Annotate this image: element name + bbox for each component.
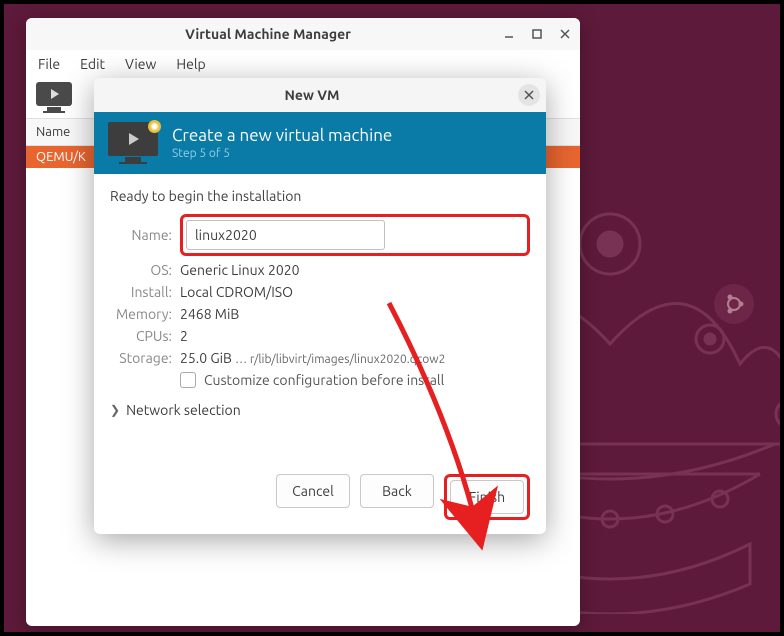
- vm-header-icon: [108, 122, 158, 164]
- name-label: Name:: [110, 227, 172, 243]
- vm-name-input[interactable]: [186, 220, 385, 250]
- dialog-titlebar: New VM: [94, 78, 546, 112]
- menu-edit[interactable]: Edit: [80, 56, 105, 72]
- cancel-button[interactable]: Cancel: [276, 474, 350, 508]
- main-window-title: Virtual Machine Manager: [34, 26, 502, 42]
- ready-text: Ready to begin the installation: [110, 188, 530, 204]
- storage-size: 25.0 GiB: [180, 350, 232, 366]
- dialog-title: New VM: [106, 87, 518, 103]
- os-value: Generic Linux 2020: [180, 262, 300, 278]
- network-label: Network selection: [126, 402, 241, 418]
- dialog-header-title: Create a new virtual machine: [172, 126, 392, 145]
- network-selection-expander[interactable]: ❯ Network selection: [110, 402, 530, 418]
- back-button[interactable]: Back: [360, 474, 434, 508]
- storage-path: … r/lib/libvirt/images/linux2020.qcow2: [235, 353, 445, 366]
- storage-label: Storage:: [110, 350, 172, 366]
- install-label: Install:: [110, 284, 172, 300]
- install-value: Local CDROM/ISO: [180, 284, 293, 300]
- menubar: File Edit View Help: [26, 50, 580, 78]
- close-button[interactable]: [558, 27, 572, 41]
- dialog-step: Step 5 of 5: [172, 147, 392, 160]
- customize-checkbox[interactable]: [180, 372, 196, 388]
- new-vm-toolbar-icon[interactable]: [36, 82, 72, 112]
- finish-button[interactable]: Finish: [450, 480, 524, 514]
- menu-help[interactable]: Help: [176, 56, 205, 72]
- os-label: OS:: [110, 262, 172, 278]
- maximize-button[interactable]: [530, 27, 544, 41]
- finish-highlight: Finish: [444, 474, 530, 520]
- chevron-right-icon: ❯: [110, 403, 120, 417]
- desktop-background: Virtual Machine Manager File Edit View H…: [4, 4, 780, 632]
- cpus-value: 2: [180, 328, 188, 344]
- menu-file[interactable]: File: [38, 56, 60, 72]
- dock-ubuntu-icon[interactable]: [714, 284, 754, 324]
- minimize-button[interactable]: [502, 27, 516, 41]
- main-titlebar: Virtual Machine Manager: [26, 18, 580, 50]
- dialog-close-button[interactable]: [518, 84, 540, 106]
- dialog-body: Ready to begin the installation Name: OS…: [94, 174, 546, 534]
- new-vm-dialog: New VM Create a new virtual machine Step…: [94, 78, 546, 534]
- customize-label: Customize configuration before install: [204, 372, 444, 388]
- name-highlight: [180, 214, 530, 256]
- dialog-header: Create a new virtual machine Step 5 of 5: [94, 112, 546, 174]
- cpus-label: CPUs:: [110, 328, 172, 344]
- dialog-actions: Cancel Back Finish: [110, 468, 530, 520]
- memory-label: Memory:: [110, 306, 172, 322]
- menu-view[interactable]: View: [125, 56, 156, 72]
- memory-value: 2468 MiB: [180, 306, 239, 322]
